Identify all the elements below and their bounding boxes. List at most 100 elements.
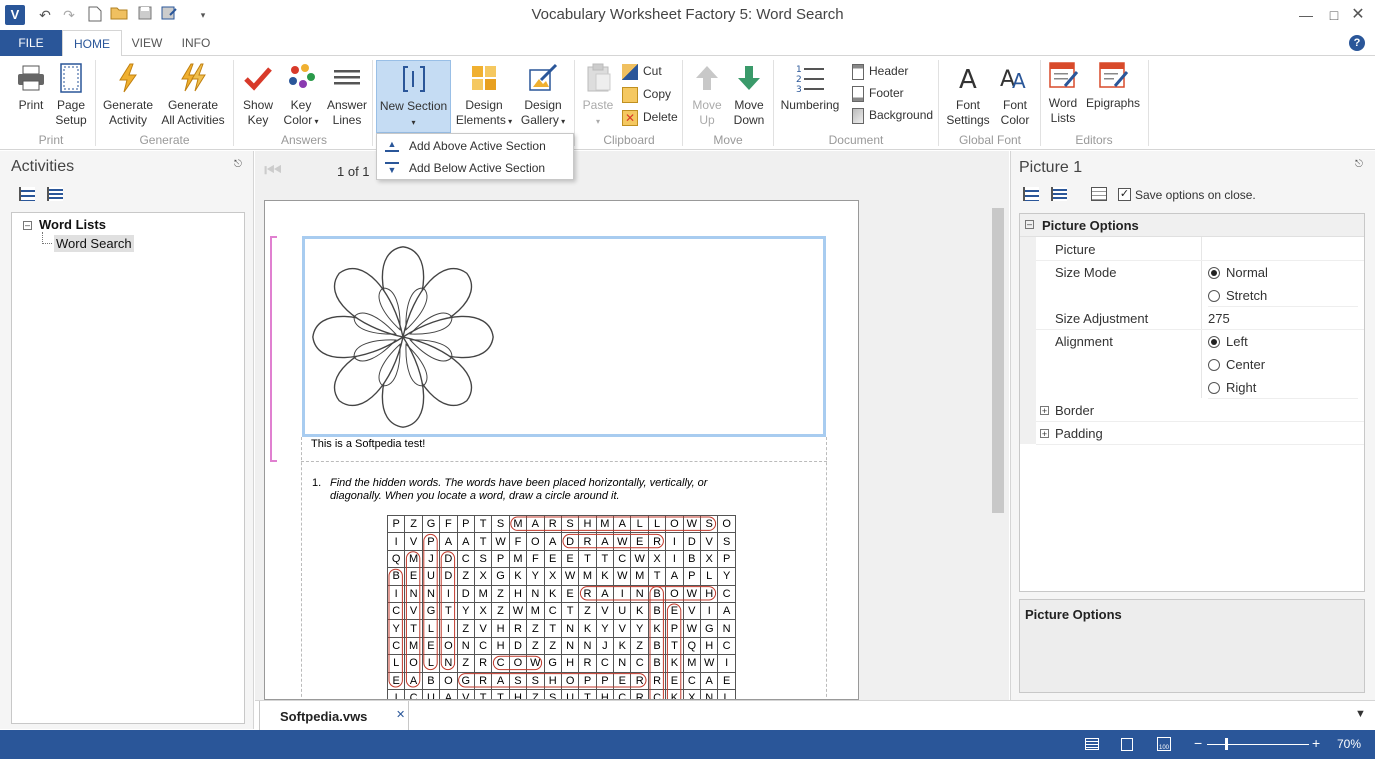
radio-align-center[interactable]: Center <box>1208 353 1358 376</box>
prop-border[interactable]: + Border <box>1036 399 1364 422</box>
grid-cell: X <box>647 549 667 569</box>
grid-cell: Z <box>526 619 545 638</box>
radio-align-left[interactable]: Left <box>1208 330 1358 353</box>
alphabetical-icon[interactable] <box>1051 187 1067 201</box>
answer-lines-button[interactable]: Answer Lines <box>324 62 370 128</box>
add-below-menu-item[interactable]: ▼ Add Below Active Section <box>377 157 573 179</box>
grid-cell: R <box>473 654 493 673</box>
grid-cell: R <box>647 532 667 551</box>
tab-view[interactable]: VIEW <box>124 30 170 56</box>
minimize-button[interactable]: — <box>1292 4 1320 26</box>
vertical-scroll-thumb[interactable] <box>992 208 1004 513</box>
category-row[interactable]: – Picture Options <box>1020 214 1364 237</box>
footer-button[interactable]: Footer <box>852 83 904 103</box>
title-bar: V ↶ ↷ ▾ Vocabulary Worksheet Factory 5: … <box>0 0 1375 30</box>
view-actual-size-icon[interactable]: 100 <box>1157 737 1171 751</box>
grid-cell: Z <box>456 654 475 673</box>
design-elements-button[interactable]: Design Elements ▾ <box>454 62 514 129</box>
paste-label: Paste <box>582 98 614 112</box>
header-button[interactable]: Header <box>852 61 908 81</box>
delete-label: Delete <box>643 110 678 124</box>
grid-cell: A <box>491 671 510 690</box>
delete-button[interactable]: ✕ Delete <box>622 107 678 127</box>
design-gallery-button[interactable]: Design Gallery ▾ <box>514 62 572 129</box>
cut-button[interactable]: Cut <box>622 61 662 81</box>
tab-file[interactable]: FILE <box>0 30 62 56</box>
numbering-button[interactable]: 123 Numbering <box>778 62 842 113</box>
tab-info[interactable]: INFO <box>172 30 220 56</box>
zoom-in-icon[interactable]: + <box>1312 735 1320 751</box>
picture-section[interactable] <box>302 236 826 437</box>
background-icon <box>852 107 864 124</box>
properties-panel: Picture 1 ⎋ ✓ Save options on close. – P… <box>1010 151 1375 700</box>
grid-cell: F <box>508 532 528 551</box>
generate-activity-button[interactable]: Generate Activity <box>99 62 157 128</box>
padding-expand-icon[interactable]: + <box>1040 429 1049 439</box>
font-color-button[interactable]: AA Font Color <box>994 62 1036 128</box>
grid-cell: Y <box>386 619 406 638</box>
radio-size-stretch[interactable]: Stretch <box>1208 284 1358 307</box>
font-settings-button[interactable]: A Font Settings <box>944 62 992 128</box>
print-button[interactable]: Print <box>12 62 50 113</box>
prop-padding[interactable]: + Padding <box>1036 422 1364 445</box>
radio-align-right[interactable]: Right <box>1208 376 1358 399</box>
pin-icon[interactable]: ⎋ <box>1355 159 1363 170</box>
generate-all-button[interactable]: Generate All Activities <box>158 62 228 128</box>
grid-cell: G <box>456 671 475 690</box>
new-section-button[interactable]: New Section ▾ <box>376 60 451 133</box>
document-tab[interactable]: Softpedia.vws ✕ <box>259 701 409 731</box>
move-down-button[interactable]: Move Down <box>729 62 769 128</box>
radio-normal-icon <box>1208 266 1220 279</box>
collapse-all-icon[interactable] <box>19 187 35 201</box>
key-color-label-1: Key <box>290 98 312 112</box>
tree-root-word-lists[interactable]: Word Lists <box>39 217 106 232</box>
tree-collapse-icon[interactable]: – <box>23 221 32 230</box>
copy-button[interactable]: Copy <box>622 84 671 104</box>
key-color-button[interactable]: Key Color ▾ <box>280 62 322 129</box>
border-expand-icon[interactable]: + <box>1040 406 1049 416</box>
grid-cell: F <box>526 549 545 569</box>
show-key-label-2: Key <box>247 113 269 127</box>
close-button[interactable]: ✕ <box>1344 4 1372 26</box>
tab-home[interactable]: HOME <box>62 30 122 57</box>
save-options-checkbox[interactable]: ✓ <box>1118 188 1131 201</box>
radio-size-normal[interactable]: Normal <box>1208 261 1358 284</box>
help-icon[interactable]: ? <box>1349 35 1365 51</box>
grid-cell: O <box>439 671 458 690</box>
property-pages-icon[interactable] <box>1091 187 1107 201</box>
grid-cell: C <box>613 688 632 699</box>
view-normal-icon[interactable] <box>1085 738 1099 750</box>
word-lists-button[interactable]: Word Lists <box>1044 60 1082 126</box>
grid-cell: C <box>456 549 475 569</box>
zoom-slider-thumb[interactable] <box>1225 738 1228 750</box>
expand-all-icon[interactable] <box>47 187 63 201</box>
word-lists-icon <box>1049 62 1079 88</box>
view-page-icon[interactable] <box>1121 738 1133 751</box>
category-collapse-icon[interactable]: – <box>1025 220 1034 229</box>
epigraphs-button[interactable]: Epigraphs <box>1084 60 1142 111</box>
grid-cell: I <box>439 619 458 638</box>
categorized-icon[interactable] <box>1023 187 1039 201</box>
close-tab-icon[interactable]: ✕ <box>396 708 405 721</box>
grid-cell: C <box>647 688 667 699</box>
tree-item-word-search[interactable]: Word Search <box>54 235 134 252</box>
size-adjustment-value[interactable]: 275 <box>1208 307 1358 330</box>
grid-cell: T <box>560 601 580 621</box>
first-page-icon[interactable]: ⏮ <box>264 160 286 182</box>
page-setup-button[interactable]: Page Setup <box>52 62 90 128</box>
move-up-button[interactable]: Move Up <box>687 62 727 128</box>
grid-cell: R <box>578 654 597 673</box>
move-down-label-1: Move <box>734 98 764 112</box>
add-above-menu-item[interactable]: ▲ Add Above Active Section <box>377 135 573 157</box>
paste-button[interactable]: Paste ▾ <box>579 62 617 129</box>
background-button[interactable]: Background <box>852 105 933 125</box>
show-key-button[interactable]: Show Key <box>238 62 278 128</box>
grid-cell: O <box>665 584 684 603</box>
word-lists-label-2: Lists <box>1050 111 1076 125</box>
grid-cell: Z <box>404 514 423 534</box>
tab-list-dropdown-icon[interactable]: ▼ <box>1355 708 1366 720</box>
zoom-out-icon[interactable]: − <box>1194 735 1202 751</box>
zoom-slider-track[interactable] <box>1207 744 1309 745</box>
prop-picture[interactable]: Picture <box>1036 238 1364 261</box>
pin-icon[interactable]: ⎋ <box>234 159 242 170</box>
